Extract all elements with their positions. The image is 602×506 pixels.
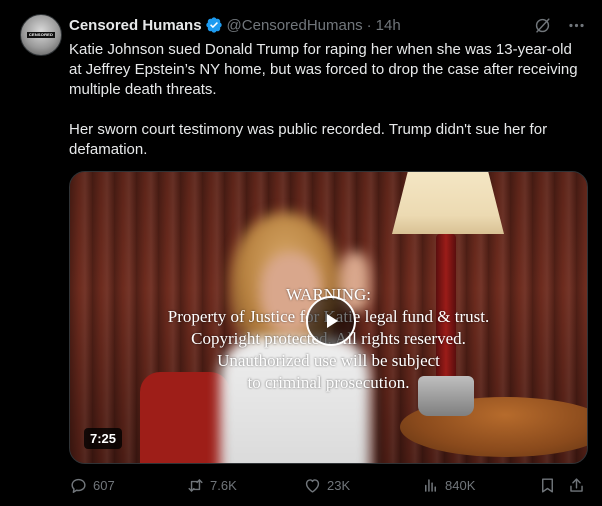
avatar[interactable]: CENSORED xyxy=(20,14,62,56)
play-button[interactable] xyxy=(306,296,356,346)
repost-icon xyxy=(188,478,203,492)
video-lamp-shade xyxy=(392,172,504,234)
tweet-paragraph: Her sworn court testimony was public rec… xyxy=(69,121,548,158)
more-icon[interactable] xyxy=(566,15,586,35)
timestamp[interactable]: 14h xyxy=(376,17,401,34)
top-actions xyxy=(532,15,586,35)
bookmark-icon xyxy=(542,477,553,493)
tweet[interactable]: CENSORED Censored Humans @CensoredHumans… xyxy=(0,0,602,506)
reply-icon xyxy=(71,478,86,493)
action-bar: 607 7.6K 23K 840K xyxy=(69,475,590,495)
tweet-header: Censored Humans @CensoredHumans · 14h xyxy=(69,15,401,35)
like-button[interactable]: 23K xyxy=(303,475,350,495)
grok-icon[interactable] xyxy=(532,15,552,35)
warning-line: Unauthorized use will be subject xyxy=(217,351,440,370)
views-count: 840K xyxy=(445,477,476,493)
share-button[interactable] xyxy=(567,475,591,495)
separator-dot: · xyxy=(366,16,372,34)
author-handle[interactable]: @CensoredHumans xyxy=(227,17,363,34)
like-icon xyxy=(305,478,320,493)
verified-badge-icon[interactable] xyxy=(205,16,223,34)
video-player[interactable]: WARNING: Property of Justice for Katie l… xyxy=(69,171,588,464)
views-icon xyxy=(424,478,437,492)
tweet-paragraph: Katie Johnson sued Donald Trump for rapi… xyxy=(69,41,578,98)
like-count: 23K xyxy=(327,477,351,493)
video-duration-badge: 7:25 xyxy=(84,428,123,449)
warning-line: to criminal prosecution. xyxy=(247,373,410,392)
reply-count: 607 xyxy=(93,477,115,493)
share-icon xyxy=(570,477,583,492)
tweet-text: Katie Johnson sued Donald Trump for rapi… xyxy=(69,40,584,160)
repost-button[interactable]: 7.6K xyxy=(186,475,237,495)
bookmark-button[interactable] xyxy=(538,475,562,495)
repost-count: 7.6K xyxy=(210,477,237,493)
author-name[interactable]: Censored Humans xyxy=(69,17,202,34)
views-button[interactable]: 840K xyxy=(421,475,475,495)
play-icon xyxy=(327,314,338,328)
reply-button[interactable]: 607 xyxy=(69,475,115,495)
avatar-label: CENSORED xyxy=(27,32,55,38)
